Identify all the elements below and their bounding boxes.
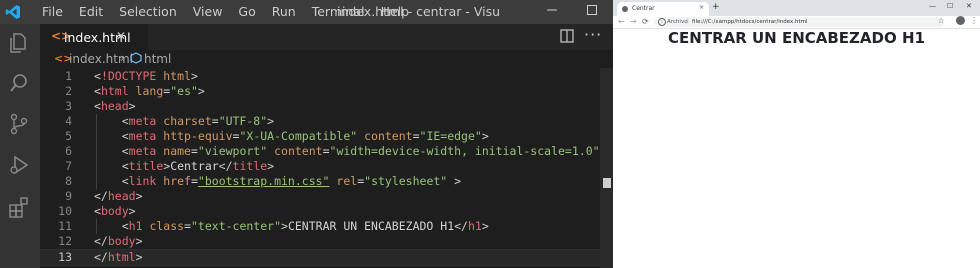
close-tab-icon[interactable]: × <box>699 4 704 11</box>
editor-tabs: <> index.html ✕ ··· <box>40 24 613 50</box>
new-tab-button[interactable]: + <box>712 2 720 12</box>
address-bar[interactable]: i Archivo | file:///C:/xampp/htdocs/cent… <box>654 17 944 27</box>
code-line[interactable]: 5 <meta http-equiv="X-UA-Compatible" con… <box>40 129 600 144</box>
maximize-button[interactable] <box>572 0 612 24</box>
browser-close-button[interactable]: ✕ <box>966 2 972 10</box>
bookmark-star-icon[interactable]: ☆ <box>938 17 944 25</box>
line-number: 11 <box>58 219 72 233</box>
line-number: 3 <box>65 99 72 113</box>
vscode-window: File Edit Selection View Go Run Terminal… <box>0 0 613 268</box>
minimize-button[interactable] <box>532 0 572 24</box>
line-number: 10 <box>58 204 72 218</box>
window-title: index.html - centrar - Visual Studio C..… <box>337 4 501 19</box>
code-text[interactable]: <meta charset="UTF-8"> <box>94 114 274 129</box>
line-number: 8 <box>65 174 72 188</box>
profile-avatar[interactable] <box>956 16 965 25</box>
browser-tab[interactable]: Centrar × <box>617 2 709 16</box>
code-text[interactable]: </body> <box>94 234 143 249</box>
code-line[interactable]: 4 <meta charset="UTF-8"> <box>40 114 600 129</box>
omnibox-divider: | <box>687 18 689 24</box>
menu-run[interactable]: Run <box>264 4 304 20</box>
activity-bar <box>0 24 40 268</box>
indent-guide <box>96 114 97 189</box>
tab-index-html[interactable]: <> index.html ✕ <box>40 24 148 50</box>
code-text[interactable]: <link href="bootstrap.min.css" rel="styl… <box>94 174 461 189</box>
code-text[interactable]: <body> <box>94 204 136 219</box>
line-number: 4 <box>65 114 72 128</box>
code-editor[interactable]: 1 <!DOCTYPE html> 2 <html lang="es"> 3 <head>… <box>40 68 613 268</box>
maximize-icon <box>587 5 597 15</box>
breadcrumb-symbol[interactable]: html <box>144 52 171 66</box>
extensions-icon[interactable] <box>8 196 30 218</box>
code-line[interactable]: 9 </head> <box>40 189 600 204</box>
source-control-icon[interactable] <box>8 113 30 135</box>
url-text[interactable]: file:///C:/xampp/htdocs/centrar/index.ht… <box>692 19 808 25</box>
indent-guide <box>96 219 97 234</box>
menu-go[interactable]: Go <box>230 4 263 20</box>
line-number: 6 <box>65 144 72 158</box>
code-text[interactable]: </head> <box>94 189 143 204</box>
close-tab-icon[interactable]: ✕ <box>116 29 126 43</box>
more-actions-icon[interactable]: ··· <box>584 25 602 44</box>
minimize-icon <box>547 9 557 11</box>
code-line[interactable]: 11 <h1 class="text-center">CENTRAR UN EN… <box>40 219 600 234</box>
reload-button[interactable]: ⟳ <box>642 17 649 26</box>
browser-window: Centrar × + — ☐ ✕ ← → ⟳ i Archivo | file… <box>613 0 980 268</box>
code-text[interactable]: </html> <box>94 250 143 265</box>
title-bar: File Edit Selection View Go Run Terminal… <box>0 0 613 24</box>
browser-tab-strip: Centrar × + — ☐ ✕ <box>613 0 980 16</box>
breadcrumb-separator: › <box>120 51 125 65</box>
code-text[interactable]: <!DOCTYPE html> <box>94 69 198 84</box>
browser-menu-icon[interactable]: ⋮ <box>970 16 978 25</box>
browser-toolbar: ← → ⟳ i Archivo | file:///C:/xampp/htdoc… <box>613 16 980 29</box>
code-text[interactable]: <meta name="viewport" content="width=dev… <box>94 144 607 159</box>
search-icon[interactable] <box>8 72 30 94</box>
menu-selection[interactable]: Selection <box>111 4 185 20</box>
code-text[interactable]: <title>Centrar</title> <box>94 159 274 174</box>
line-number: 12 <box>58 234 72 248</box>
code-line[interactable]: 1 <!DOCTYPE html> <box>40 69 600 84</box>
info-icon[interactable]: i <box>658 18 666 26</box>
explorer-icon[interactable] <box>8 32 30 54</box>
code-text[interactable]: <meta http-equiv="X-UA-Compatible" conte… <box>94 129 489 144</box>
vscode-logo-icon <box>5 5 20 19</box>
code-line[interactable]: 2 <html lang="es"> <box>40 84 600 99</box>
line-number: 2 <box>65 84 72 98</box>
code-text[interactable]: <html lang="es"> <box>94 84 205 99</box>
code-line[interactable]: 7 <title>Centrar</title> <box>40 159 600 174</box>
code-line[interactable]: 12 </body> <box>40 234 600 249</box>
menu-file[interactable]: File <box>34 4 71 20</box>
symbol-element-icon <box>130 52 142 64</box>
forward-button[interactable]: → <box>630 17 637 26</box>
code-line[interactable]: 6 <meta name="viewport" content="width=d… <box>40 144 606 159</box>
code-line[interactable]: 3 <head> <box>40 99 600 114</box>
code-line[interactable]: 10 <body> <box>40 204 600 219</box>
code-line[interactable]: 13 </html> <box>40 249 600 266</box>
line-number: 5 <box>65 129 72 143</box>
editor-scrollbar[interactable] <box>600 68 613 268</box>
line-number: 13 <box>58 250 72 264</box>
code-text[interactable]: <h1 class="text-center">CENTRAR UN ENCAB… <box>94 219 489 234</box>
run-debug-icon[interactable] <box>8 154 30 176</box>
split-editor-icon[interactable] <box>560 29 574 43</box>
line-number: 9 <box>65 189 72 203</box>
breadcrumb: <> index.html › html <box>40 50 613 68</box>
page-heading: CENTRAR UN ENCABEZADO H1 <box>668 29 925 47</box>
browser-tab-title: Centrar <box>632 5 655 12</box>
globe-icon <box>622 6 628 12</box>
menu-edit[interactable]: Edit <box>71 4 111 20</box>
back-button[interactable]: ← <box>618 17 625 26</box>
menu-view[interactable]: View <box>185 4 231 20</box>
line-number: 1 <box>65 69 72 83</box>
scrollbar-thumb[interactable] <box>603 178 611 188</box>
line-number: 7 <box>65 159 72 173</box>
browser-minimize-button[interactable]: — <box>929 2 936 10</box>
code-line[interactable]: 8 <link href="bootstrap.min.css" rel="st… <box>40 174 600 189</box>
code-text[interactable]: <head> <box>94 99 136 114</box>
browser-maximize-button[interactable]: ☐ <box>947 2 953 10</box>
site-info-label: Archivo <box>667 19 688 25</box>
